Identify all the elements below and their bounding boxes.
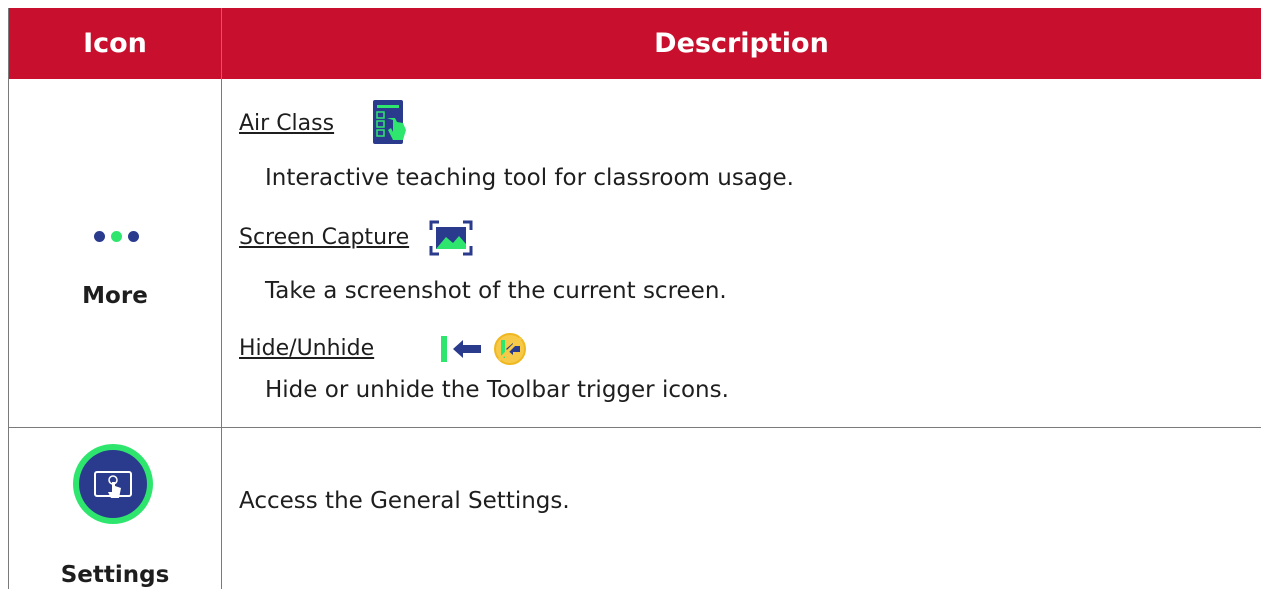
screen-capture-title: Screen Capture <box>239 225 410 250</box>
settings-label: Settings <box>60 562 170 588</box>
icon-description-table: Icon Description More Air Class Interact… <box>8 8 1261 589</box>
screen-capture-description: Take a screenshot of the current screen. <box>265 278 727 304</box>
air-class-title: Air Class <box>239 111 335 136</box>
screen-capture-icon <box>429 220 473 256</box>
settings-icon-cell: Settings <box>9 428 221 589</box>
column-divider <box>221 79 222 589</box>
air-class-description: Interactive teaching tool for classroom … <box>265 165 794 191</box>
header-icon: Icon <box>9 8 222 79</box>
air-class-icon <box>373 100 406 144</box>
more-label: More <box>82 283 148 309</box>
more-dot <box>111 231 122 242</box>
more-dots-icon <box>94 229 140 243</box>
table-header: Icon Description <box>9 8 1261 79</box>
more-icon-cell: More <box>9 79 221 427</box>
more-dot <box>94 231 105 242</box>
unhide-toolbar-icon <box>494 333 526 365</box>
hide-toolbar-icon <box>441 336 481 362</box>
header-description: Description <box>654 28 829 59</box>
settings-description: Access the General Settings. <box>239 488 570 514</box>
more-dot <box>128 231 139 242</box>
hide-unhide-title: Hide/Unhide <box>239 336 375 361</box>
settings-touch-icon <box>73 444 153 524</box>
hide-unhide-description: Hide or unhide the Toolbar trigger icons… <box>265 377 729 403</box>
